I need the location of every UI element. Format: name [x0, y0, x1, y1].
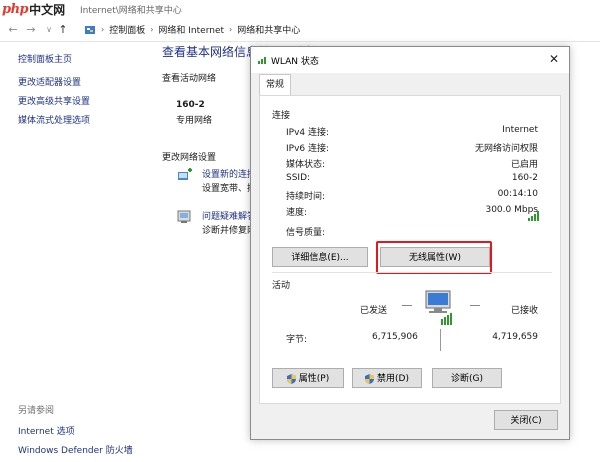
sidebar-item-advanced-sharing[interactable]: 更改高级共享设置 [18, 94, 148, 107]
disable-button[interactable]: 禁用(D) [352, 368, 422, 388]
back-arrow-icon[interactable]: ← [6, 23, 20, 37]
ipv4-label: IPv4 连接: [286, 128, 330, 138]
network-activity-icon [425, 290, 452, 325]
speed-label: 速度: [286, 208, 308, 218]
sidebar: 控制面板主页 更改适配器设置 更改高级共享设置 媒体流式处理选项 [18, 52, 148, 132]
new-connection-icon [178, 168, 192, 180]
troubleshoot-icon [177, 210, 191, 223]
divider [272, 272, 552, 273]
breadcrumb-item-control-panel[interactable]: 控制面板 [109, 23, 145, 36]
bytes-label: 字节: [286, 335, 308, 345]
received-label: 已接收 [510, 306, 538, 316]
ssid-value: 160-2 [511, 173, 538, 183]
media-state-label: 媒体状态: [286, 160, 326, 170]
diagnose-button[interactable]: 诊断(G) [432, 368, 502, 388]
address-bar: ← → ∨ ↑ › 控制面板 › 网络和 Internet › 网络和共享中心 [0, 19, 600, 42]
wlan-status-dialog: WLAN 状态 ✕ 常规 连接 IPv4 连接: Internet IPv6 连… [250, 46, 570, 440]
ssid-label: SSID: [286, 173, 311, 183]
window-title: Internet\网络和共享中心 [80, 6, 182, 16]
activity-divider [440, 329, 441, 351]
bytes-received-value: 4,719,659 [492, 332, 538, 342]
logo-mark: php [2, 1, 29, 17]
ipv6-value: 无网络访问权限 [474, 144, 538, 154]
wifi-signal-icon [258, 57, 266, 64]
up-arrow-icon[interactable]: ↑ [56, 23, 70, 37]
network-name: 160-2 [176, 100, 205, 110]
dialog-title: WLAN 状态 [271, 57, 319, 67]
site-logo: php 中文网 [2, 1, 65, 17]
duration-label: 持续时间: [286, 192, 326, 202]
connection-group-label: 连接 [272, 111, 291, 121]
sidebar-item-media-streaming[interactable]: 媒体流式处理选项 [18, 113, 148, 126]
close-icon[interactable]: ✕ [549, 52, 559, 66]
shield-icon [365, 374, 375, 384]
signal-quality-icon [528, 211, 539, 221]
breadcrumb-item-sharing-center[interactable]: 网络和共享中心 [237, 23, 300, 36]
dialog-tabs: 常规 [259, 74, 561, 97]
window-titlebar: php 中文网 Internet\网络和共享中心 [0, 0, 600, 18]
chevron-down-icon[interactable]: ∨ [42, 23, 56, 37]
bytes-sent-value: 6,715,906 [372, 332, 418, 342]
sidebar-item-adapter-settings[interactable]: 更改适配器设置 [18, 75, 148, 88]
activity-group-label: 活动 [272, 281, 291, 291]
breadcrumb: › 控制面板 › 网络和 Internet › 网络和共享中心 [84, 23, 300, 36]
details-button[interactable]: 详细信息(E)... [272, 247, 368, 267]
breadcrumb-item-network-internet[interactable]: 网络和 Internet [158, 23, 224, 36]
change-settings-heading: 更改网络设置 [162, 153, 217, 163]
properties-button[interactable]: 属性(P) [272, 368, 344, 388]
active-networks-heading: 查看活动网络 [162, 74, 217, 84]
close-button[interactable]: 关闭(C) [494, 410, 558, 430]
dialog-titlebar: WLAN 状态 ✕ [251, 47, 569, 73]
control-panel-icon [85, 25, 95, 34]
properties-button-label: 属性(P) [298, 374, 330, 384]
media-state-value: 已启用 [510, 160, 538, 170]
sidebar-item-internet-options[interactable]: Internet 选项 [18, 424, 133, 437]
ipv4-value: Internet [502, 125, 538, 135]
received-dash [470, 305, 480, 306]
sidebar-item-firewall[interactable]: Windows Defender 防火墙 [18, 443, 133, 456]
sidebar-item-home[interactable]: 控制面板主页 [18, 52, 148, 65]
signal-quality-label: 信号质量: [286, 228, 326, 238]
forward-arrow-icon[interactable]: → [24, 23, 38, 37]
sent-label: 已发送 [360, 306, 388, 316]
breadcrumb-separator: › [101, 25, 105, 34]
highlight-box [376, 241, 492, 274]
sent-dash [402, 305, 412, 306]
breadcrumb-separator: › [229, 25, 233, 34]
network-type: 专用网络 [176, 116, 213, 126]
sidebar-see-also: 另请参阅 Internet 选项 Windows Defender 防火墙 [18, 403, 133, 462]
breadcrumb-separator: › [150, 25, 154, 34]
troubleshoot-link[interactable]: 问题疑难解答 [202, 209, 256, 222]
tab-general[interactable]: 常规 [259, 74, 291, 97]
disable-button-label: 禁用(D) [377, 374, 409, 384]
ipv6-label: IPv6 连接: [286, 144, 330, 154]
shield-icon [286, 374, 296, 384]
duration-value: 00:14:10 [497, 189, 538, 199]
general-panel: 连接 IPv4 连接: Internet IPv6 连接: 无网络访问权限 媒体… [259, 95, 561, 404]
logo-text: 中文网 [29, 2, 66, 17]
see-also-heading: 另请参阅 [18, 406, 55, 416]
